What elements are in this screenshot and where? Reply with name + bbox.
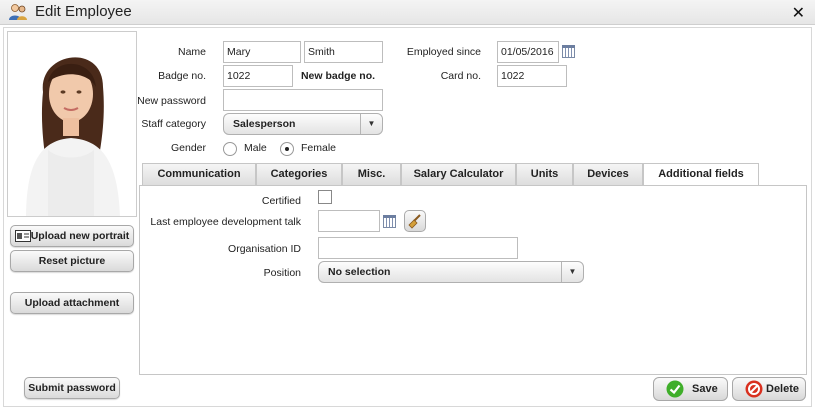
- calendar-icon[interactable]: [383, 215, 396, 228]
- gender-label: Gender: [170, 142, 206, 154]
- employed-since-input[interactable]: 01/05/2016: [497, 41, 559, 63]
- tab-misc[interactable]: Misc.: [342, 163, 401, 186]
- organisation-id-input[interactable]: [318, 237, 518, 259]
- badge-label: Badge no.: [158, 70, 206, 82]
- gender-male-label: Male: [244, 142, 267, 154]
- badge-input[interactable]: 1022: [223, 65, 293, 87]
- position-value: No selection: [328, 266, 391, 278]
- last-name-input[interactable]: Smith: [304, 41, 383, 63]
- tab-communication[interactable]: Communication: [142, 163, 256, 186]
- forbidden-circle-icon: [745, 380, 763, 398]
- card-no-label: Card no.: [440, 70, 481, 82]
- reset-picture-button[interactable]: Reset picture: [10, 250, 134, 272]
- staff-category-value: Salesperson: [233, 118, 296, 130]
- staff-category-select[interactable]: Salesperson ▼: [223, 113, 383, 135]
- position-select[interactable]: No selection ▼: [318, 261, 584, 283]
- tab-units[interactable]: Units: [516, 163, 573, 186]
- clear-date-button[interactable]: [404, 210, 426, 232]
- submit-password-button[interactable]: Submit password: [24, 377, 120, 399]
- staff-category-label: Staff category: [141, 118, 206, 130]
- close-icon[interactable]: ✕: [792, 3, 805, 23]
- calendar-icon[interactable]: [562, 45, 575, 58]
- tab-additional-fields[interactable]: Additional fields: [643, 163, 759, 187]
- name-label: Name: [177, 46, 206, 58]
- certified-checkbox[interactable]: [318, 190, 332, 204]
- delete-button[interactable]: Delete: [732, 377, 806, 401]
- title-bar: Edit Employee ✕: [0, 0, 815, 25]
- portrait-card-icon: [15, 230, 31, 242]
- upload-portrait-label: Upload new portrait: [30, 230, 130, 242]
- chevron-down-icon: ▼: [561, 262, 583, 282]
- gender-male-radio[interactable]: [223, 142, 237, 156]
- save-button[interactable]: Save: [653, 377, 728, 401]
- dev-talk-label: Last employee development talk: [150, 216, 301, 228]
- card-no-input[interactable]: 1022: [497, 65, 567, 87]
- delete-label: Delete: [766, 383, 800, 395]
- password-input[interactable]: [223, 89, 383, 111]
- password-label: New password: [137, 95, 206, 107]
- employee-portrait: [7, 31, 137, 217]
- certified-label: Certified: [261, 195, 301, 207]
- first-name-input[interactable]: Mary: [223, 41, 301, 63]
- chevron-down-icon: ▼: [360, 114, 382, 134]
- tab-devices[interactable]: Devices: [573, 163, 643, 186]
- portrait-image: [8, 32, 136, 216]
- window-title: Edit Employee: [35, 3, 132, 20]
- position-label: Position: [263, 267, 301, 279]
- tab-categories[interactable]: Categories: [256, 163, 342, 186]
- upload-attachment-button[interactable]: Upload attachment: [10, 292, 134, 314]
- gender-female-radio[interactable]: [280, 142, 294, 156]
- save-label: Save: [692, 383, 718, 395]
- broom-icon: [408, 214, 421, 229]
- organisation-id-label: Organisation ID: [228, 243, 301, 255]
- gender-female-label: Female: [301, 142, 337, 154]
- dev-talk-input[interactable]: [318, 210, 380, 232]
- new-badge-label[interactable]: New badge no.: [298, 70, 378, 82]
- check-circle-icon: [666, 380, 684, 398]
- employed-since-label: Employed since: [406, 46, 481, 58]
- employee-icon: [9, 4, 27, 20]
- tab-salary-calculator[interactable]: Salary Calculator: [401, 163, 516, 186]
- upload-portrait-button[interactable]: Upload new portrait: [10, 225, 134, 247]
